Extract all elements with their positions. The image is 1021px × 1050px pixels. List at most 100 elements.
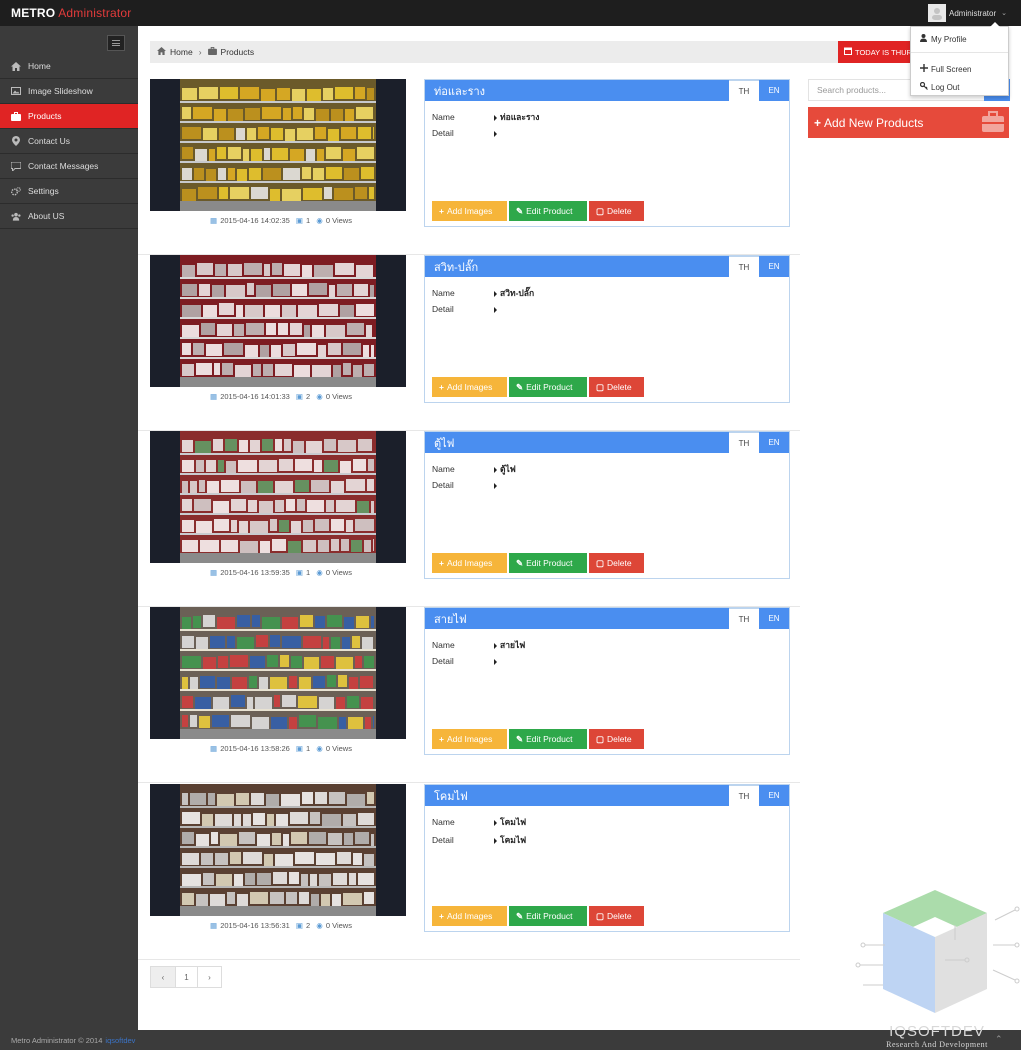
- product-detail-field: Detail โคมไฟ: [432, 833, 526, 847]
- sidebar-item-products[interactable]: Products: [0, 104, 144, 129]
- footer-link[interactable]: iqsoftdev: [105, 1036, 135, 1045]
- name-label: Name: [432, 288, 455, 298]
- product-views: 0 Views: [325, 216, 352, 225]
- tab-en[interactable]: EN: [759, 80, 789, 101]
- fullscreen-icon: [920, 64, 928, 74]
- product-date: 2015-04-16 14:01:33: [220, 392, 290, 401]
- product-name-field: Name โคมไฟ: [432, 815, 526, 829]
- edit-product-label: Edit Product: [526, 911, 573, 921]
- sidebar-toggle-button[interactable]: [107, 35, 125, 51]
- plus-icon: +: [439, 558, 444, 568]
- product-thumbnail[interactable]: [150, 607, 406, 739]
- tab-th[interactable]: TH: [729, 785, 759, 806]
- detail-label: Detail: [432, 656, 454, 666]
- product-photo: [180, 431, 376, 563]
- tab-en[interactable]: EN: [759, 608, 789, 629]
- avatar: [928, 4, 946, 22]
- calendar-icon: ▦: [210, 216, 218, 225]
- tab-th[interactable]: TH: [729, 432, 759, 453]
- detail-label: Detail: [432, 128, 454, 138]
- sidebar-item-contact-messages[interactable]: Contact Messages: [0, 154, 138, 179]
- plus-icon: +: [439, 382, 444, 392]
- tab-th[interactable]: TH: [729, 608, 759, 629]
- edit-product-button[interactable]: ✎ Edit Product: [509, 729, 587, 749]
- delete-label: Delete: [607, 558, 632, 568]
- add-images-button[interactable]: + Add Images: [432, 553, 507, 573]
- pagination-next-button[interactable]: ›: [197, 967, 221, 987]
- image-icon: ▣: [295, 744, 303, 753]
- delete-button[interactable]: ▢ Delete: [589, 729, 644, 749]
- product-row: ▦ 2015-04-16 13:58:26 ▣ 1 ◉ 0 Views สายไฟ TH…: [138, 607, 800, 783]
- plus-icon: +: [439, 734, 444, 744]
- edit-product-button[interactable]: ✎ Edit Product: [509, 906, 587, 926]
- edit-product-button[interactable]: ✎ Edit Product: [509, 377, 587, 397]
- product-image-count: 1: [306, 568, 311, 577]
- breadcrumb-current: Products: [220, 47, 255, 57]
- pagination-prev-button[interactable]: ‹: [151, 967, 175, 987]
- edit-product-label: Edit Product: [526, 382, 573, 392]
- delete-button[interactable]: ▢ Delete: [589, 906, 644, 926]
- product-date: 2015-04-16 13:56:31: [220, 921, 290, 930]
- product-detail-value: โคมไฟ: [500, 835, 527, 845]
- add-images-button[interactable]: + Add Images: [432, 729, 507, 749]
- product-card-header: ท่อและราง TH EN: [425, 80, 789, 101]
- sidebar-item-about-us[interactable]: About US: [0, 204, 138, 229]
- tab-th[interactable]: TH: [729, 256, 759, 277]
- sidebar-nav: Home Image Slideshow Products Contact Us…: [0, 54, 144, 229]
- user-menu-toggle[interactable]: Administrator ⌄: [928, 3, 1007, 23]
- sidebar-item-image-slideshow[interactable]: Image Slideshow: [0, 79, 138, 104]
- product-actions: + Add Images ✎ Edit Product ▢ Delete: [432, 553, 644, 573]
- product-name-value: โคมไฟ: [500, 817, 527, 827]
- log-out-menu-item[interactable]: Log Out: [919, 81, 959, 92]
- edit-product-button[interactable]: ✎ Edit Product: [509, 201, 587, 221]
- product-thumbnail[interactable]: [150, 784, 406, 916]
- top-bar: METRO Administrator Administrator ⌄: [0, 0, 1021, 26]
- product-photo: [180, 79, 376, 211]
- product-card: โคมไฟ TH EN Name โคมไฟ Detail โคมไฟ + Add Images…: [424, 784, 790, 932]
- edit-product-button[interactable]: ✎ Edit Product: [509, 553, 587, 573]
- breadcrumb-home-link[interactable]: Home: [170, 47, 193, 57]
- my-profile-menu-item[interactable]: My Profile: [920, 34, 967, 44]
- product-name-value: ท่อและราง: [500, 112, 540, 122]
- tab-en[interactable]: EN: [759, 432, 789, 453]
- today-badge: TODAY IS THURS: [838, 41, 918, 63]
- tab-th[interactable]: TH: [729, 80, 759, 101]
- my-profile-label: My Profile: [931, 34, 967, 44]
- search-placeholder: Search products...: [817, 85, 886, 95]
- sidebar-item-settings[interactable]: Settings: [0, 179, 138, 204]
- add-images-button[interactable]: + Add Images: [432, 377, 507, 397]
- product-thumbnail[interactable]: [150, 431, 406, 563]
- user-icon: [920, 34, 928, 44]
- brand-logo[interactable]: METRO Administrator: [11, 6, 132, 20]
- product-actions: + Add Images ✎ Edit Product ▢ Delete: [432, 729, 644, 749]
- add-images-button[interactable]: + Add Images: [432, 201, 507, 221]
- footer-text: Metro Administrator © 2014: [11, 1035, 103, 1045]
- image-icon: ▣: [295, 216, 303, 225]
- pagination-page-button[interactable]: 1: [175, 967, 197, 987]
- product-thumbnail[interactable]: [150, 255, 406, 387]
- dropdown-divider: [911, 52, 1008, 53]
- sidebar-item-contact-us[interactable]: Contact Us: [0, 129, 138, 154]
- delete-button[interactable]: ▢ Delete: [589, 377, 644, 397]
- product-row: ▦ 2015-04-16 13:56:31 ▣ 2 ◉ 0 Views โคมไฟ TH…: [138, 784, 800, 960]
- full-screen-menu-item[interactable]: Full Screen: [920, 64, 971, 74]
- brand-main: METRO: [11, 6, 56, 20]
- product-thumbnail[interactable]: [150, 79, 406, 211]
- sidebar-item-home[interactable]: Home: [0, 54, 138, 79]
- name-label: Name: [432, 464, 455, 474]
- breadcrumb: Home › Products: [150, 41, 850, 63]
- tab-en[interactable]: EN: [759, 256, 789, 277]
- full-screen-label: Full Screen: [931, 64, 972, 74]
- add-new-products-button[interactable]: + Add New Products: [808, 107, 1009, 138]
- delete-label: Delete: [607, 206, 632, 216]
- main-content: Home › Products TODAY IS THURS ▦ 2015-04…: [138, 26, 1021, 1030]
- product-card: ตู้ไฟ TH EN Name ตู้ไฟ Detail + Add Images ✎ Edit…: [424, 431, 790, 579]
- detail-label: Detail: [432, 480, 454, 490]
- add-images-button[interactable]: + Add Images: [432, 906, 507, 926]
- tab-en[interactable]: EN: [759, 785, 789, 806]
- delete-button[interactable]: ▢ Delete: [589, 553, 644, 573]
- product-row: ▦ 2015-04-16 14:02:35 ▣ 1 ◉ 0 Views ท่อและร…: [138, 79, 800, 255]
- delete-button[interactable]: ▢ Delete: [589, 201, 644, 221]
- eye-icon: ◉: [316, 216, 323, 225]
- image-icon: ▣: [295, 392, 303, 401]
